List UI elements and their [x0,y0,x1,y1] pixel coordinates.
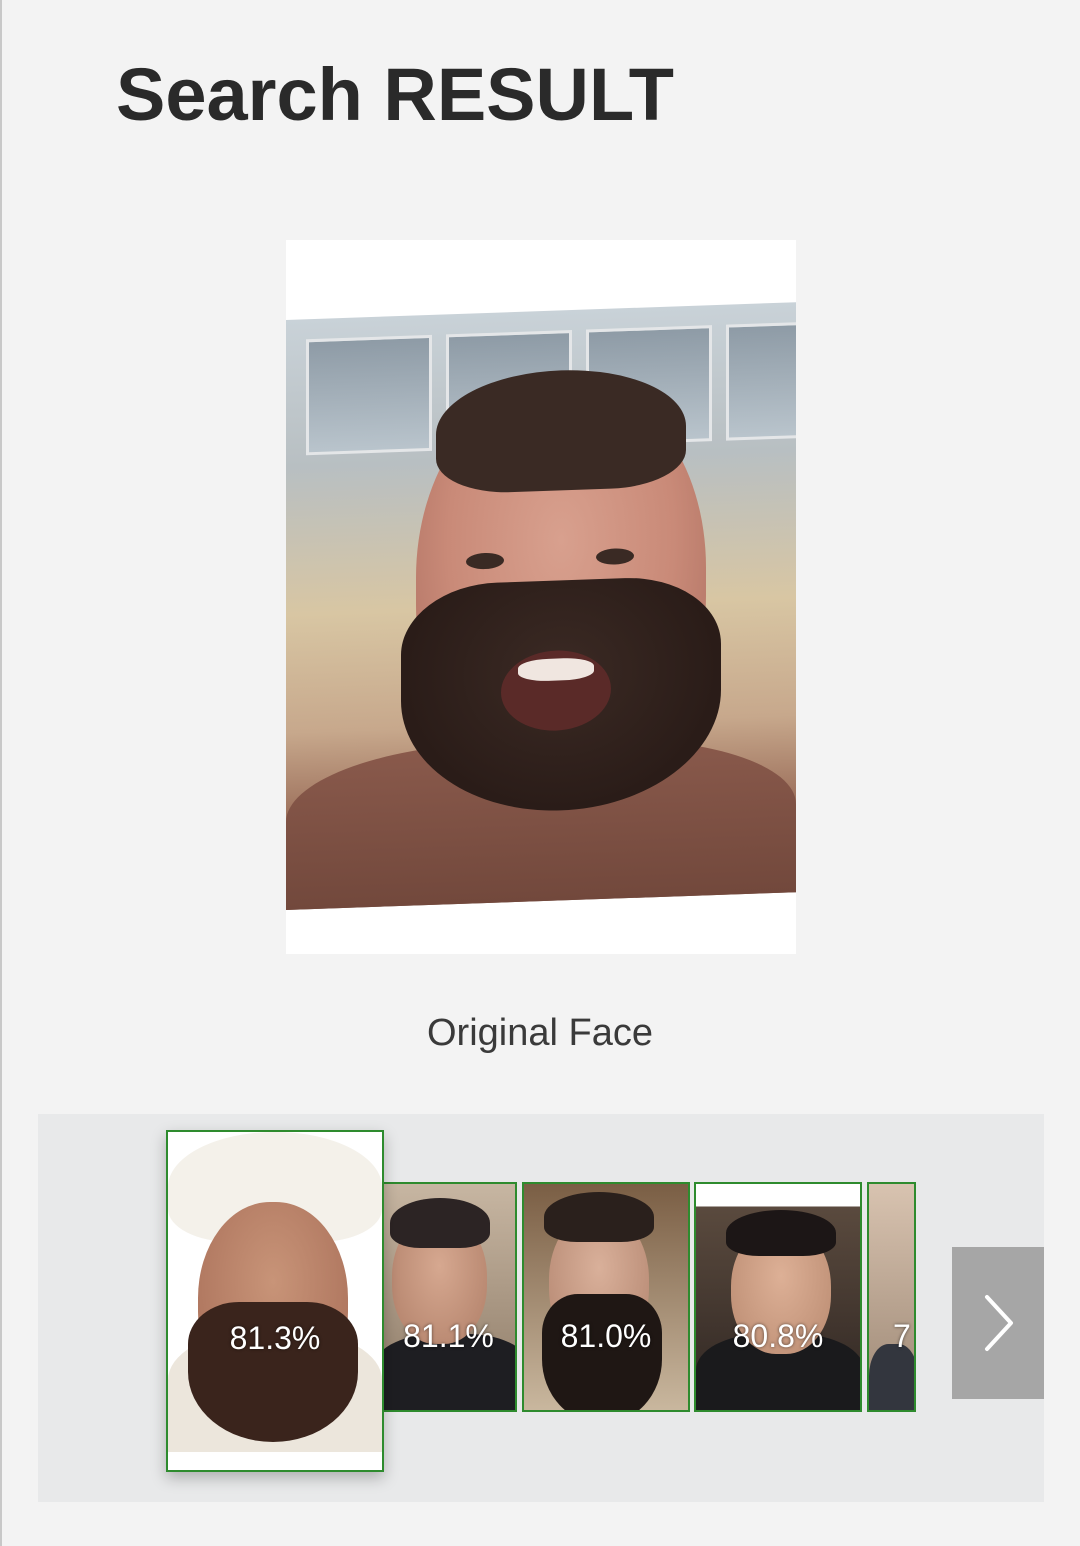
result-thumbnail[interactable]: 80.8% [694,1182,862,1412]
thumbnail-hair [544,1192,654,1242]
result-thumbnail[interactable]: 81.0% [522,1182,690,1412]
thumbnail-hair [390,1198,490,1248]
thumbnail-hair [726,1210,836,1256]
background-window [306,334,432,456]
match-percent: 80.8% [732,1318,824,1354]
page-left-border [0,0,2,1546]
match-percent: 81.1% [403,1318,494,1354]
chevron-right-icon [985,1295,1013,1351]
match-percent: 81.3% [229,1320,321,1356]
page-title: Search RESULT [116,53,674,136]
result-thumbnail[interactable]: 81.3% [166,1130,384,1472]
result-thumbnail[interactable]: 7 [867,1182,916,1412]
match-percent: 7 [893,1318,911,1354]
next-results-button[interactable] [952,1247,1044,1399]
original-face-image [286,240,796,954]
original-face-photo [286,302,796,910]
background-window [726,321,796,441]
match-percent: 81.0% [560,1318,652,1354]
original-face-label: Original Face [427,1012,653,1054]
result-thumbnail[interactable]: 81.1% [380,1182,517,1412]
